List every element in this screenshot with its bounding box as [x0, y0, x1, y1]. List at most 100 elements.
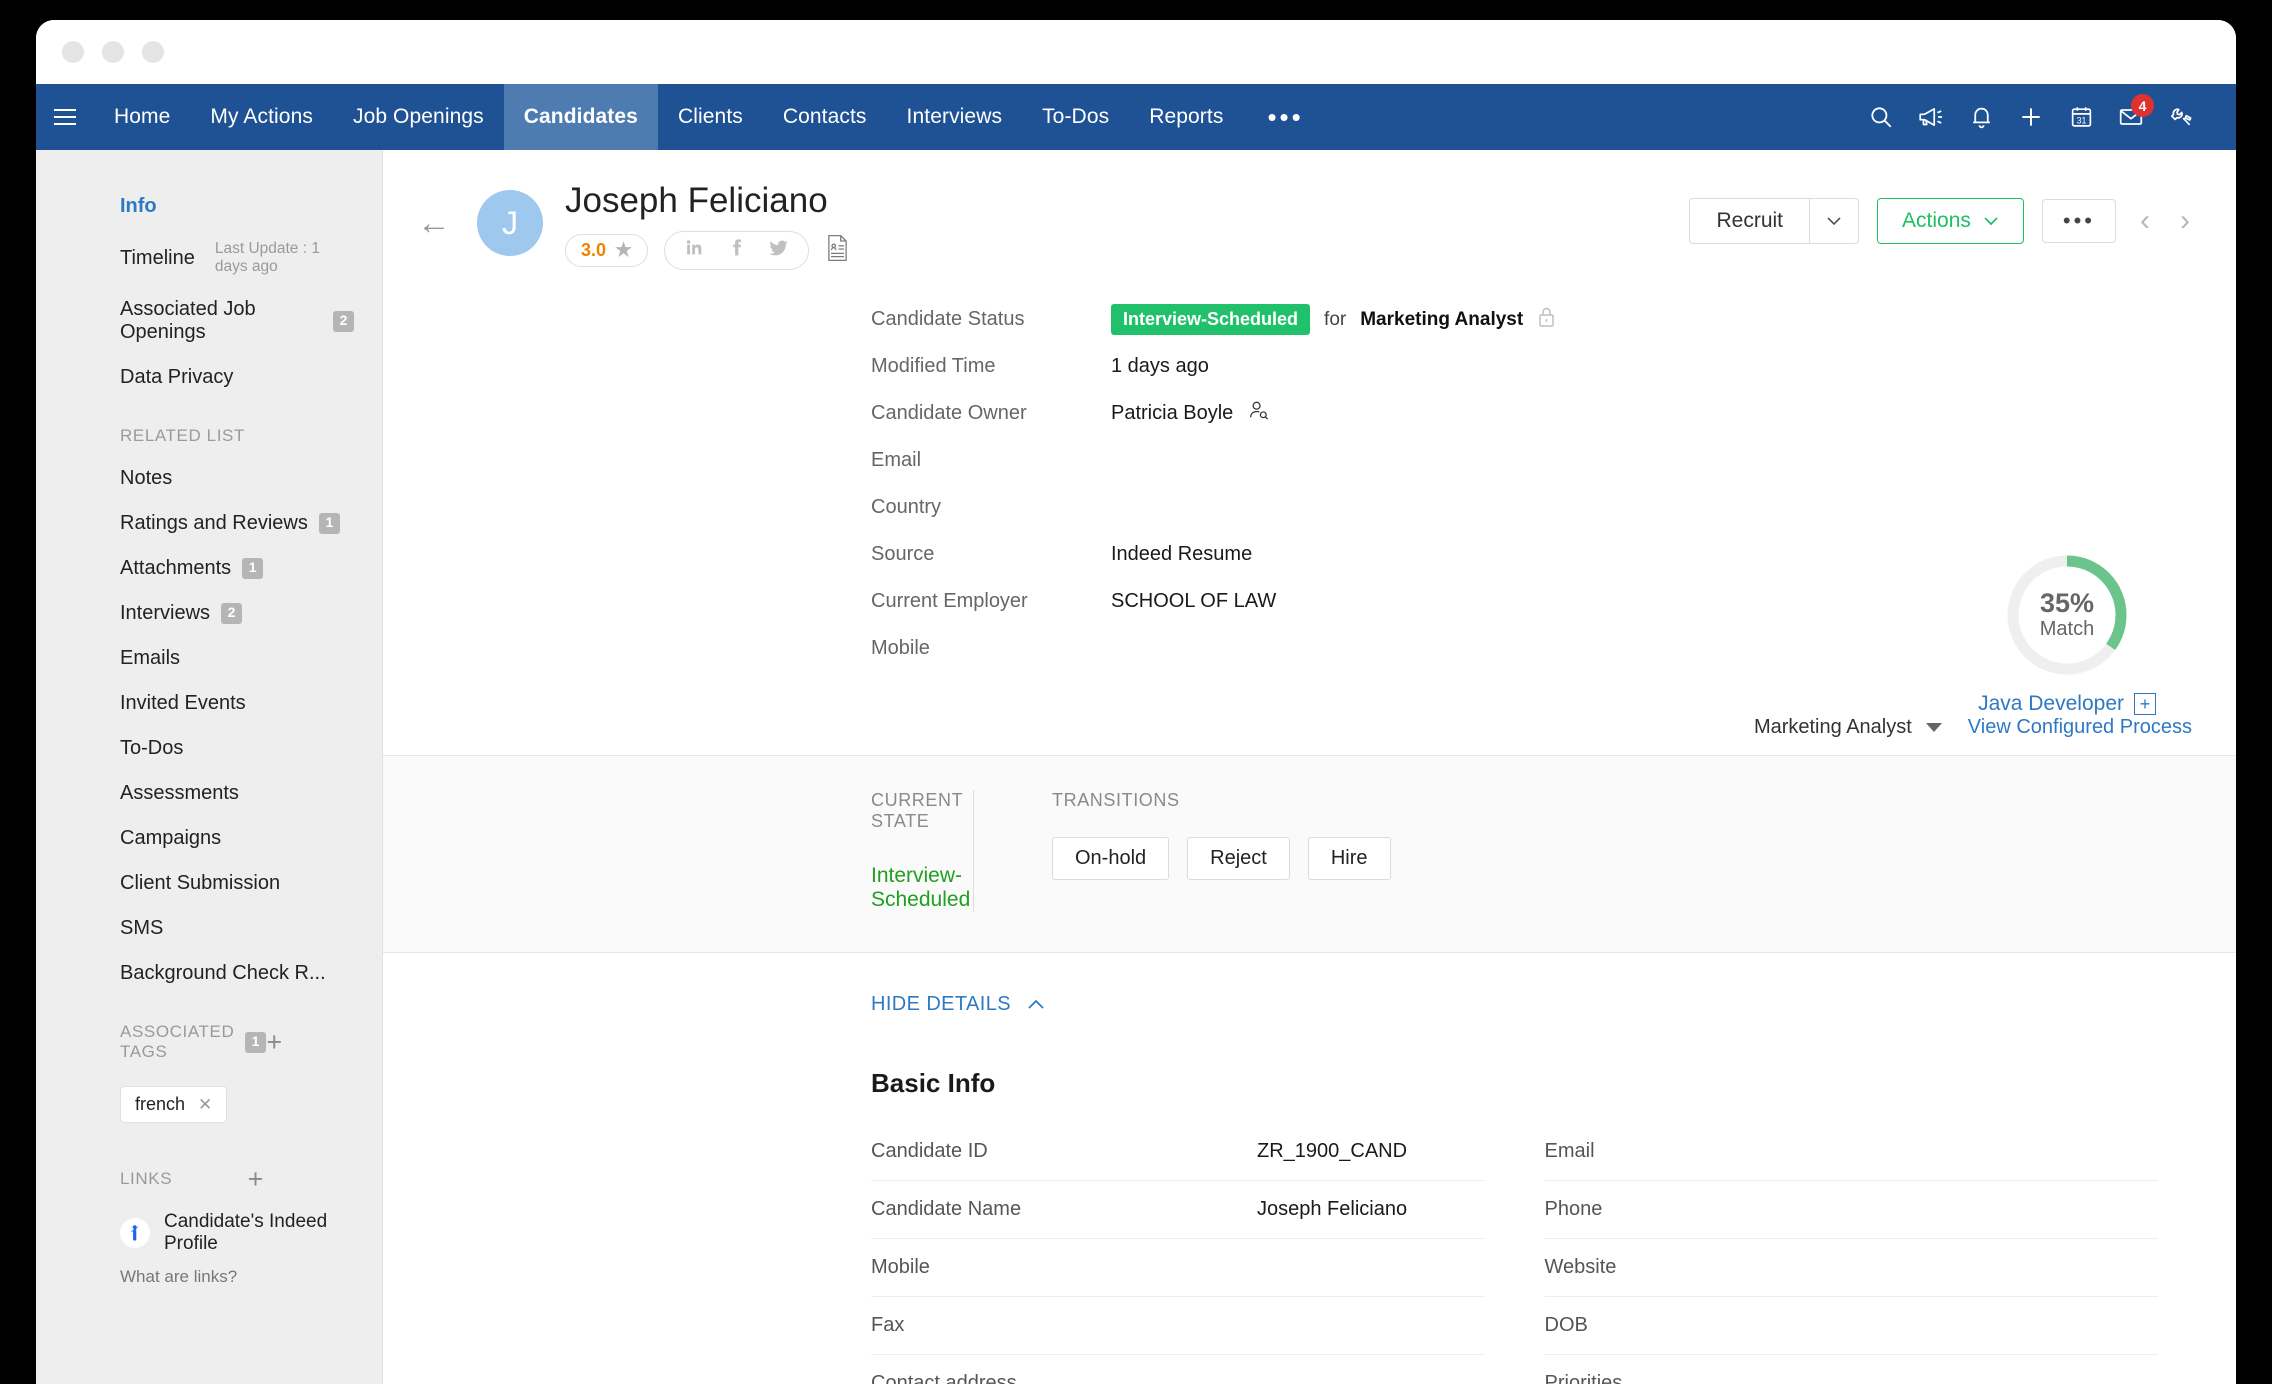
basic-row-fax[interactable]: Fax [871, 1297, 1485, 1356]
nav-item-reports[interactable]: Reports [1129, 84, 1243, 150]
link-label[interactable]: Candidate's Indeed Profile [164, 1211, 354, 1255]
transition-on-hold-button[interactable]: On-hold [1052, 837, 1170, 881]
remove-tag-icon[interactable]: ✕ [198, 1095, 212, 1115]
sidebar-item-label: SMS [120, 917, 164, 939]
status-job-name[interactable]: Marketing Analyst [1360, 309, 1523, 331]
field-row-email: Email [871, 437, 2236, 484]
basic-row-priorities[interactable]: Priorities [1545, 1355, 2159, 1384]
basic-row-dob[interactable]: DOB [1544, 1297, 2158, 1356]
basic-row-candidate-name[interactable]: Candidate Name Joseph Feliciano [871, 1181, 1485, 1240]
previous-record-icon[interactable]: ‹ [2134, 204, 2156, 238]
sidebar-item-label: Background Check R... [120, 962, 326, 984]
nav-item-todos[interactable]: To-Dos [1022, 84, 1129, 150]
search-icon[interactable] [1856, 84, 1906, 150]
basic-row-contact-address[interactable]: Contact address [871, 1355, 1485, 1384]
match-score-widget: 35% Match Java Developer + [1978, 550, 2156, 716]
nav-item-job-openings[interactable]: Job Openings [333, 84, 504, 150]
field-row-candidate-status: Candidate Status Interview-Scheduled for… [871, 296, 2236, 343]
next-record-icon[interactable]: › [2174, 204, 2196, 238]
transition-hire-button[interactable]: Hire [1307, 837, 1391, 881]
basic-row-phone[interactable]: Phone [1544, 1181, 2158, 1240]
sidebar-item-associated-job-openings[interactable]: Associated Job Openings 2 [36, 287, 382, 355]
sidebar-item-timeline[interactable]: Timeline Last Update : 1 days ago [36, 229, 382, 287]
user-search-icon[interactable] [1247, 399, 1270, 428]
hamburger-icon[interactable] [36, 84, 94, 150]
timeline-last-update: Last Update : 1 days ago [214, 240, 320, 275]
basic-row-candidate-id[interactable]: Candidate ID ZR_1900_CAND [871, 1123, 1485, 1182]
sidebar-item-count: 2 [221, 603, 243, 624]
what-are-links-link[interactable]: What are links? [36, 1259, 382, 1287]
sidebar-item-sms[interactable]: SMS [36, 906, 382, 951]
hide-details-toggle[interactable]: HIDE DETAILS [383, 953, 2236, 1016]
recruit-button[interactable]: Recruit [1690, 199, 1809, 243]
sidebar-item-emails[interactable]: Emails [36, 636, 382, 681]
basic-row-email[interactable]: Email [1544, 1123, 2158, 1182]
nav-item-interviews[interactable]: Interviews [887, 84, 1023, 150]
nav-item-home[interactable]: Home [94, 84, 190, 150]
window-maximize-dot[interactable] [142, 41, 164, 63]
sidebar-item-assessments[interactable]: Assessments [36, 771, 382, 816]
actions-button[interactable]: Actions [1877, 198, 2024, 244]
match-job-link[interactable]: Java Developer + [1978, 692, 2156, 716]
candidate-owner-name: Patricia Boyle [1111, 402, 1234, 425]
basic-label: Candidate ID [871, 1140, 988, 1163]
record-header: ← J Joseph Feliciano 3.0 ★ Recruit Actio… [383, 150, 2236, 271]
sidebar-item-client-submission[interactable]: Client Submission [36, 861, 382, 906]
nav-item-contacts[interactable]: Contacts [763, 84, 887, 150]
link-item-indeed-profile[interactable]: Candidate's Indeed Profile [36, 1199, 382, 1259]
status-badge[interactable]: Interview-Scheduled [1111, 304, 1311, 336]
calendar-icon[interactable]: 31 [2056, 84, 2106, 150]
sidebar-item-label: Associated Job Openings [120, 298, 256, 343]
tag-chip-french[interactable]: french ✕ [120, 1086, 228, 1123]
window-close-dot[interactable] [62, 41, 84, 63]
sidebar-item-campaigns[interactable]: Campaigns [36, 816, 382, 861]
basic-info-left-column: Candidate ID ZR_1900_CAND Candidate Name… [871, 1123, 1485, 1384]
resume-icon[interactable] [825, 234, 850, 267]
back-arrow-icon[interactable]: ← [417, 206, 451, 240]
view-configured-process-link[interactable]: View Configured Process [1968, 716, 2192, 739]
basic-value: ZR_1900_CAND [1257, 1140, 1408, 1163]
sidebar-item-notes[interactable]: Notes [36, 456, 382, 501]
sidebar-item-todos[interactable]: To-Dos [36, 726, 382, 771]
sidebar-item-count: 1 [318, 513, 340, 534]
avatar: J [477, 190, 543, 256]
sidebar-item-ratings-and-reviews[interactable]: Ratings and Reviews 1 [36, 501, 382, 546]
nav-overflow-icon[interactable]: ••• [1243, 84, 1327, 150]
add-match-job-icon[interactable]: + [2134, 693, 2156, 715]
twitter-icon[interactable] [767, 237, 790, 264]
tag-label: french [135, 1094, 186, 1114]
facebook-icon[interactable] [725, 237, 747, 264]
sidebar-item-interviews[interactable]: Interviews 2 [36, 591, 382, 636]
nav-item-my-actions[interactable]: My Actions [190, 84, 333, 150]
field-label: Email [871, 449, 922, 472]
add-tag-icon[interactable]: + [266, 1029, 282, 1056]
tools-icon[interactable] [2156, 84, 2206, 150]
page-title: Joseph Feliciano [565, 181, 828, 220]
rating-chip[interactable]: 3.0 ★ [565, 234, 649, 268]
field-value: Patricia Boyle [1111, 399, 1270, 428]
megaphone-icon[interactable] [1906, 84, 1956, 150]
sidebar-item-attachments[interactable]: Attachments 1 [36, 546, 382, 591]
sidebar-item-info[interactable]: Info [36, 184, 382, 229]
linkedin-icon[interactable] [683, 237, 705, 264]
plus-icon[interactable] [2006, 84, 2056, 150]
mail-icon[interactable]: 4 [2106, 84, 2156, 150]
transition-reject-button[interactable]: Reject [1187, 837, 1290, 881]
window-minimize-dot[interactable] [102, 41, 124, 63]
nav-item-clients[interactable]: Clients [658, 84, 763, 150]
more-options-button[interactable]: ••• [2041, 199, 2116, 243]
nav-item-candidates[interactable]: Candidates [503, 84, 658, 150]
related-list-heading: RELATED LIST [120, 426, 245, 445]
process-selector[interactable]: Marketing Analyst [1754, 716, 1942, 739]
app-body: Info Timeline Last Update : 1 days ago A… [36, 150, 2236, 1384]
sidebar-item-invited-events[interactable]: Invited Events [36, 681, 382, 726]
basic-row-mobile[interactable]: Mobile [871, 1239, 1485, 1298]
add-link-icon[interactable]: + [248, 1166, 264, 1193]
sidebar-item-background-check[interactable]: Background Check R... [36, 951, 382, 996]
sidebar-item-data-privacy[interactable]: Data Privacy [36, 355, 382, 400]
bell-icon[interactable] [1956, 84, 2006, 150]
sidebar-item-label: Campaigns [120, 827, 222, 849]
recruit-dropdown-caret-icon[interactable] [1809, 199, 1858, 243]
sidebar-item-label: Interviews [120, 602, 211, 624]
basic-row-website[interactable]: Website [1544, 1239, 2158, 1298]
